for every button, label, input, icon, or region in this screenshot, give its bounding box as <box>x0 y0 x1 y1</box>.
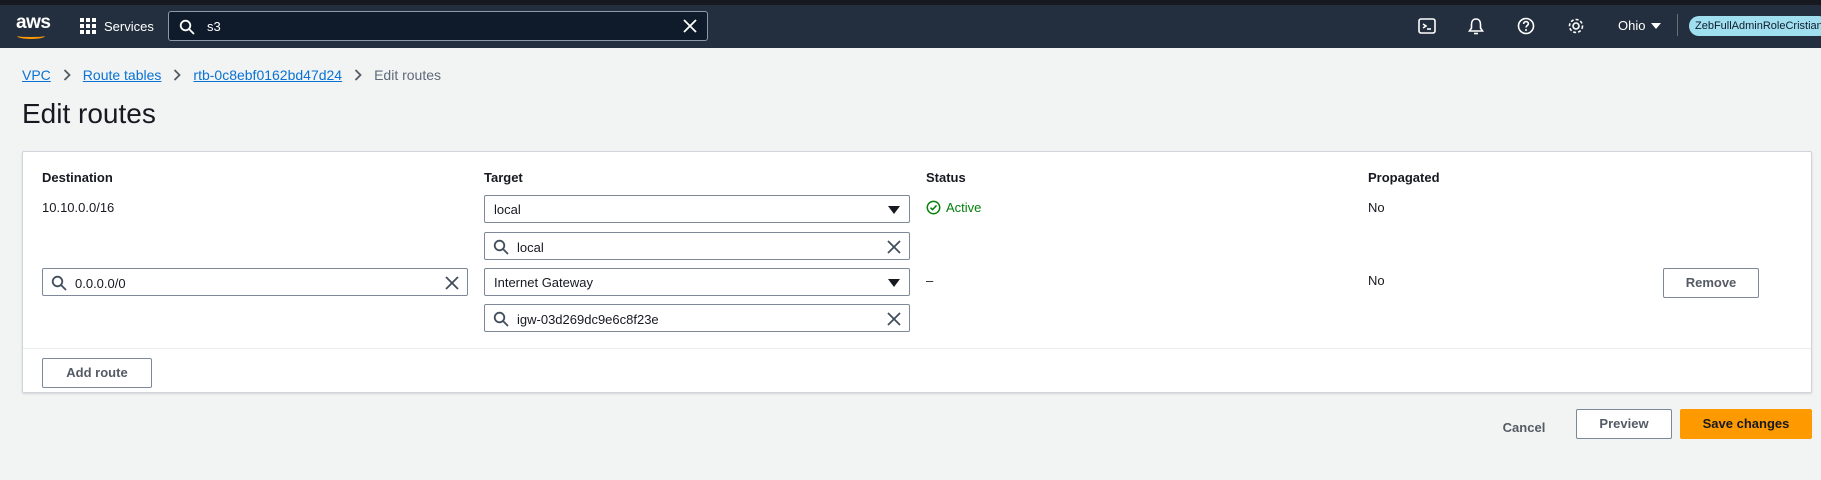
clear-filter-icon[interactable] <box>886 311 902 327</box>
services-menu-button[interactable]: Services <box>80 15 154 37</box>
top-nav-bar: aws Services s3 Ohio ZebFullAdminRoleCri… <box>0 0 1821 48</box>
search-icon <box>51 275 67 291</box>
notifications-bell-icon[interactable] <box>1466 16 1486 36</box>
global-search-input[interactable]: s3 <box>168 11 708 41</box>
clear-destination-icon[interactable] <box>444 275 460 291</box>
caret-down-icon <box>888 206 900 214</box>
route-2-target-filter-input[interactable]: igw-03d269dc9e6c8f23e <box>484 304 910 332</box>
settings-gear-icon[interactable] <box>1566 16 1586 36</box>
region-selector[interactable]: Ohio <box>1618 18 1662 33</box>
column-header-target: Target <box>484 170 523 185</box>
breadcrumb: VPC Route tables rtb-0c8ebf0162bd47d24 E… <box>22 67 441 83</box>
caret-down-icon <box>1651 22 1662 29</box>
region-label: Ohio <box>1618 18 1646 33</box>
route-1-propagated: No <box>1368 200 1385 215</box>
search-icon <box>493 239 509 255</box>
remove-route-button[interactable]: Remove <box>1663 268 1759 298</box>
route-1-target-value: local <box>494 202 521 217</box>
route-2-status: – <box>926 273 934 288</box>
route-2-destination-value: 0.0.0.0/0 <box>75 276 126 291</box>
aws-logo[interactable]: aws <box>16 12 51 34</box>
route-1-target-select[interactable]: local <box>484 195 910 223</box>
search-icon <box>493 311 509 327</box>
route-1-target-filter-value: local <box>517 240 544 255</box>
save-changes-button[interactable]: Save changes <box>1680 409 1812 439</box>
preview-button[interactable]: Preview <box>1576 409 1672 439</box>
cloudshell-icon[interactable] <box>1417 16 1437 36</box>
column-header-status: Status <box>926 170 966 185</box>
page-title: Edit routes <box>22 98 156 129</box>
routes-panel: Destination Target Status Propagated 10.… <box>22 151 1812 393</box>
caret-down-icon <box>888 279 900 287</box>
services-label: Services <box>104 18 154 34</box>
account-role-badge[interactable]: ZebFullAdminRoleCristian <box>1689 16 1821 36</box>
route-2-target-filter-value: igw-03d269dc9e6c8f23e <box>517 312 659 327</box>
breadcrumb-vpc[interactable]: VPC <box>22 67 51 83</box>
breadcrumb-route-table-id[interactable]: rtb-0c8ebf0162bd47d24 <box>193 67 342 83</box>
top-strip <box>0 0 1821 5</box>
chevron-right-icon <box>63 69 71 81</box>
route-1-status: Active <box>926 200 981 215</box>
add-route-button[interactable]: Add route <box>42 358 152 388</box>
route-2-destination-input[interactable]: 0.0.0.0/0 <box>42 268 468 296</box>
route-2-target-select[interactable]: Internet Gateway <box>484 268 910 296</box>
aws-logo-smile <box>17 33 45 39</box>
column-header-propagated: Propagated <box>1368 170 1440 185</box>
grid-icon <box>80 18 96 34</box>
clear-filter-icon[interactable] <box>886 239 902 255</box>
chevron-right-icon <box>354 69 362 81</box>
panel-divider <box>23 348 1811 349</box>
route-1-destination: 10.10.0.0/16 <box>42 200 115 215</box>
search-value: s3 <box>207 19 221 34</box>
clear-search-icon[interactable] <box>682 18 698 34</box>
breadcrumb-current: Edit routes <box>374 67 442 83</box>
route-2-propagated: No <box>1368 273 1385 288</box>
route-2-target-value: Internet Gateway <box>494 275 593 290</box>
cancel-button[interactable]: Cancel <box>1488 413 1560 443</box>
check-circle-icon <box>926 200 941 215</box>
nav-divider <box>1677 14 1678 36</box>
chevron-right-icon <box>173 69 182 81</box>
help-icon[interactable] <box>1516 16 1536 36</box>
column-header-destination: Destination <box>42 170 113 185</box>
search-icon <box>179 19 195 35</box>
breadcrumb-route-tables[interactable]: Route tables <box>83 67 162 83</box>
route-1-target-filter-input[interactable]: local <box>484 232 910 260</box>
route-1-status-label: Active <box>946 200 982 215</box>
